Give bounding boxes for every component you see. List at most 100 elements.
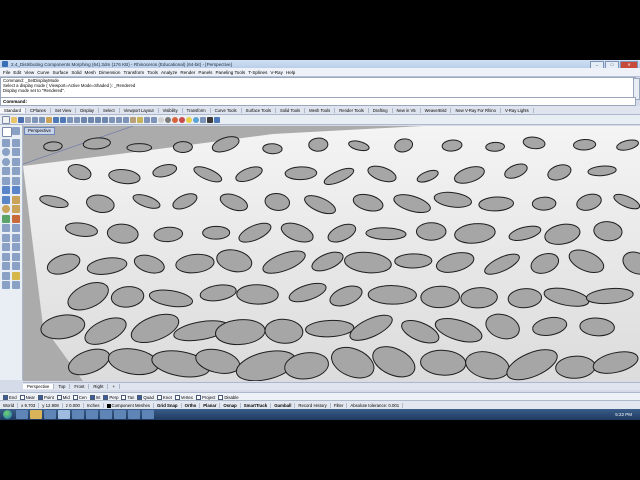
undo-icon[interactable] (53, 116, 59, 123)
render-icon[interactable] (172, 116, 178, 123)
join-icon[interactable] (2, 252, 10, 261)
gumball-toggle[interactable]: Gumball (271, 403, 296, 408)
record-history-toggle[interactable]: Record History (295, 403, 331, 408)
osnap-project[interactable]: Project (195, 394, 215, 400)
taskbar-app-icon[interactable] (100, 410, 112, 419)
tab-visibility[interactable]: Visibility (159, 107, 183, 113)
solid-box-icon[interactable] (11, 195, 20, 204)
osnap-point[interactable]: Point (37, 394, 54, 400)
menu-surface[interactable]: Surface (52, 70, 68, 75)
planar-toggle[interactable]: Planar (200, 403, 221, 408)
tab-solid-tools[interactable]: Solid Tools (276, 107, 306, 113)
menu-transform[interactable]: Transform (123, 70, 144, 75)
new-file-icon[interactable] (2, 115, 10, 124)
osnap-disable[interactable]: Disable (218, 394, 239, 400)
add-viewport-icon[interactable]: + (108, 384, 120, 389)
taskbar-media-icon[interactable] (44, 410, 56, 419)
menu-tools[interactable]: Tools (147, 70, 158, 75)
menu-render[interactable]: Render (180, 70, 195, 75)
trim-icon[interactable] (2, 262, 10, 270)
mirror-icon[interactable] (2, 243, 10, 251)
osnap-knot[interactable]: Knot (156, 394, 172, 400)
filter-toggle[interactable]: Filter (331, 403, 348, 408)
polyline-icon[interactable] (2, 138, 10, 147)
layer-icon[interactable] (144, 116, 150, 123)
tab-curve-tools[interactable]: Curve Tools (211, 107, 242, 113)
rotate-view-icon[interactable] (74, 116, 80, 123)
osnap-cen[interactable]: Cen (72, 394, 87, 400)
tab-new-vray[interactable]: New V-Ray For Rhino (451, 107, 501, 113)
viewport-tab-top[interactable]: Top (54, 384, 71, 389)
start-button[interactable] (3, 410, 12, 419)
cylinder-icon[interactable] (11, 205, 20, 213)
pan-icon[interactable] (67, 116, 73, 123)
rectangle-icon[interactable] (11, 157, 20, 166)
grid-snap-toggle[interactable]: Grid Snap (154, 403, 182, 408)
fillet-icon[interactable] (2, 176, 10, 185)
shaded-display-icon[interactable] (158, 116, 164, 123)
menu-curve[interactable]: Curve (37, 70, 49, 75)
osnap-mid[interactable]: Mid (56, 394, 70, 400)
material-icon[interactable] (179, 116, 185, 123)
cplane-indicator[interactable]: World (0, 403, 19, 408)
tab-transform[interactable]: Transform (183, 107, 211, 113)
surface-icon[interactable] (2, 186, 10, 194)
tab-surface-tools[interactable]: Surface Tools (242, 107, 276, 113)
rendered-display-icon[interactable] (165, 116, 171, 123)
tab-display[interactable]: Display (76, 107, 100, 113)
lighting-icon[interactable] (186, 116, 192, 123)
menu-panels[interactable]: Panels (198, 70, 212, 75)
tab-viewport-layout[interactable]: Viewport Layout (120, 107, 159, 113)
environment-icon[interactable] (193, 116, 199, 123)
control-points-icon[interactable] (2, 271, 10, 280)
analyze-icon[interactable] (11, 271, 20, 280)
osnap-vertex[interactable]: Vertex (174, 394, 193, 400)
taskbar-explorer-icon[interactable] (30, 410, 42, 419)
menu-help[interactable]: Help (286, 70, 295, 75)
array-icon[interactable] (11, 243, 20, 251)
viewport-tab-front[interactable]: Front (70, 384, 90, 389)
properties-icon[interactable] (151, 116, 157, 123)
scale-icon[interactable] (11, 233, 20, 242)
four-view-icon[interactable] (109, 116, 115, 123)
zoom-icon[interactable] (81, 116, 87, 123)
copy-icon[interactable] (39, 116, 45, 123)
menu-mesh[interactable]: Mesh (85, 70, 96, 75)
dimension-icon[interactable] (2, 281, 10, 289)
perspective-viewport[interactable]: Perspective (23, 126, 640, 381)
osnap-quad[interactable]: Quad (137, 394, 154, 400)
command-line[interactable]: Command: (0, 97, 636, 106)
ortho-toggle[interactable]: Ortho (182, 403, 201, 408)
current-layer[interactable]: Component Meshes (104, 403, 155, 408)
move-icon[interactable] (2, 224, 10, 232)
menu-edit[interactable]: Edit (13, 70, 21, 75)
save-icon[interactable] (18, 116, 24, 123)
taskbar-rhino-icon[interactable] (58, 410, 70, 419)
point-icon[interactable] (11, 127, 20, 135)
lock-icon[interactable] (137, 116, 143, 123)
loft-icon[interactable] (2, 195, 10, 204)
zoom-window-icon[interactable] (88, 116, 94, 123)
taskbar-app-icon[interactable] (142, 410, 154, 419)
tab-standard[interactable]: Standard (0, 107, 26, 113)
boolean-icon[interactable] (11, 214, 20, 223)
paste-icon[interactable] (46, 116, 52, 123)
menu-view[interactable]: View (24, 70, 34, 75)
tab-weaverbird[interactable]: WeaverBird (421, 107, 452, 113)
text-icon[interactable] (11, 167, 20, 175)
menu-paneling-tools[interactable]: Paneling Tools (215, 70, 245, 75)
osnap-near[interactable]: Near (19, 394, 35, 400)
vray-icon[interactable] (207, 116, 213, 123)
menu-t-splines[interactable]: T-Splines (248, 70, 267, 75)
taskbar-ie-icon[interactable] (16, 410, 28, 419)
viewport-tab-right[interactable]: Right (89, 384, 109, 389)
redo-icon[interactable] (60, 116, 66, 123)
hide-icon[interactable] (130, 116, 136, 123)
taskbar-app-icon[interactable] (86, 410, 98, 419)
osnap-int[interactable]: Int (89, 394, 100, 400)
copy-object-icon[interactable] (11, 224, 20, 232)
tab-new-in-v5[interactable]: New in V5 (393, 107, 421, 113)
cplane-icon[interactable] (116, 116, 122, 123)
options-icon[interactable] (200, 116, 206, 123)
taskbar-app-icon[interactable] (72, 410, 84, 419)
